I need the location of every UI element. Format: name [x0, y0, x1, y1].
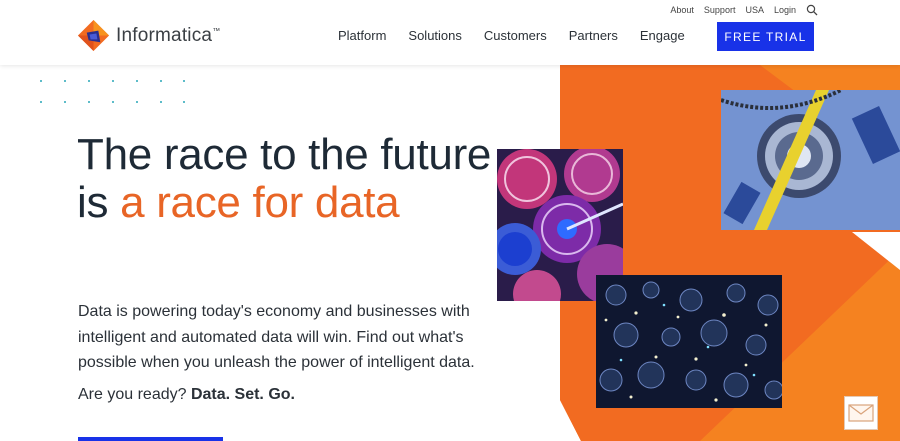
- main-nav: Platform Solutions Customers Partners En…: [338, 28, 685, 43]
- decorative-dot: [40, 80, 42, 82]
- nav-partners[interactable]: Partners: [569, 28, 618, 43]
- white-notch: [852, 232, 900, 270]
- informatica-logo-icon: [77, 19, 110, 52]
- decorative-dot: [112, 101, 114, 103]
- tagline-bold: Data. Set. Go.: [190, 386, 295, 403]
- contact-chat-button[interactable]: [844, 396, 878, 430]
- hero-headline: The race to the future is a race for dat…: [77, 131, 497, 227]
- hero-cta-button-edge[interactable]: [78, 437, 223, 441]
- decorative-dot: [160, 80, 162, 82]
- decorative-dot: [183, 101, 185, 103]
- informatica-logo[interactable]: Informatica™: [77, 19, 220, 52]
- brand-name: Informatica: [116, 24, 213, 46]
- decorative-dot: [64, 80, 66, 82]
- tagline-prefix: Are you ready?: [78, 386, 191, 403]
- utility-nav: About Support USA Login: [670, 4, 818, 16]
- util-link-support[interactable]: Support: [704, 5, 736, 15]
- search-icon[interactable]: [806, 4, 818, 16]
- decorative-dot: [64, 101, 66, 103]
- headline-accent-text: a race for data: [120, 178, 400, 227]
- util-link-about[interactable]: About: [670, 5, 694, 15]
- decorative-dot: [136, 80, 138, 82]
- decorative-dot: [88, 101, 90, 103]
- circuit-board-photo: [596, 275, 782, 408]
- hero-tagline: Are you ready? Data. Set. Go.: [78, 386, 295, 404]
- util-link-login[interactable]: Login: [774, 5, 796, 15]
- hero-body-text: Data is powering today's economy and bus…: [78, 303, 475, 371]
- site-header: Informatica™ About Support USA Login Pla…: [0, 0, 900, 65]
- envelope-icon: [848, 404, 874, 422]
- decorative-dot: [160, 101, 162, 103]
- util-link-usa[interactable]: USA: [745, 5, 764, 15]
- decorative-dot-grid: [40, 80, 190, 110]
- decorative-dot: [112, 80, 114, 82]
- decorative-dot: [183, 80, 185, 82]
- machinery-photo: [721, 90, 900, 230]
- decorative-dot: [136, 101, 138, 103]
- trademark-mark: ™: [212, 26, 221, 36]
- nav-customers[interactable]: Customers: [484, 28, 547, 43]
- free-trial-button[interactable]: FREE TRIAL: [717, 22, 814, 51]
- nav-engage[interactable]: Engage: [640, 28, 685, 43]
- decorative-dot: [40, 101, 42, 103]
- nav-solutions[interactable]: Solutions: [408, 28, 461, 43]
- nav-platform[interactable]: Platform: [338, 28, 386, 43]
- decorative-dot: [88, 80, 90, 82]
